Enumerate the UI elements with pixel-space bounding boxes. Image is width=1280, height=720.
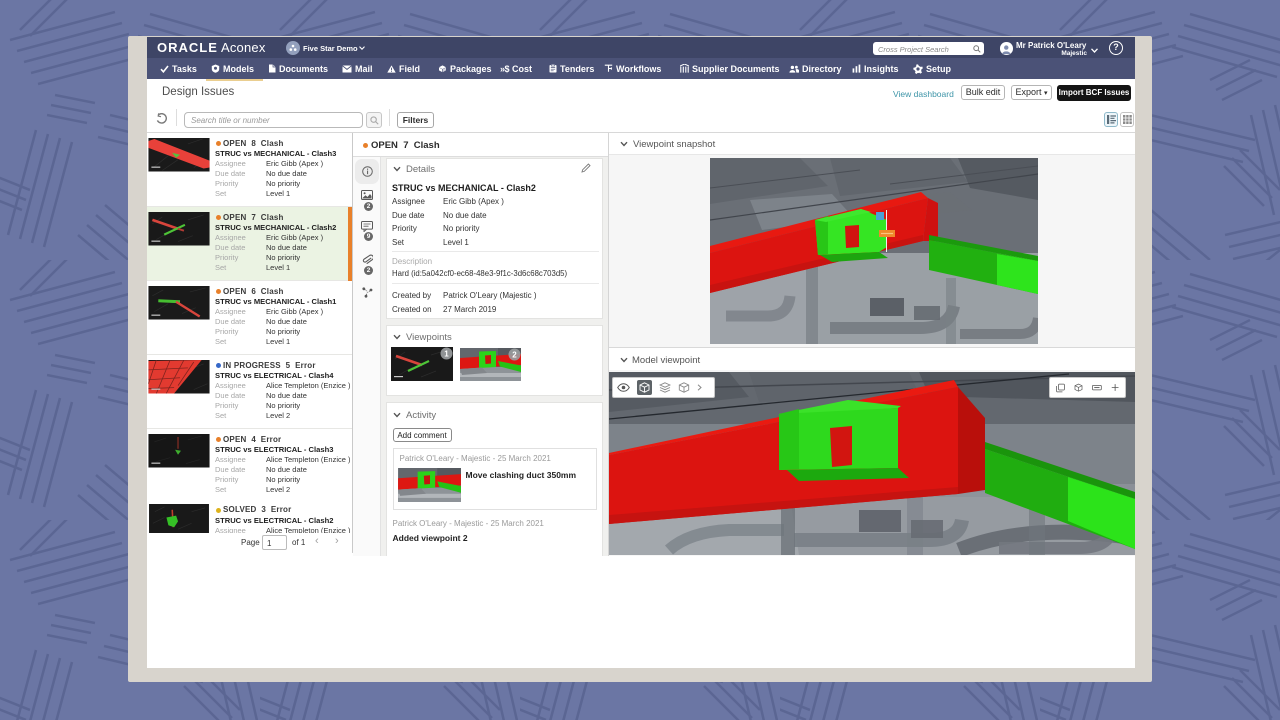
svg-text:1: 1 [444, 349, 449, 358]
svg-text:2: 2 [512, 350, 517, 359]
